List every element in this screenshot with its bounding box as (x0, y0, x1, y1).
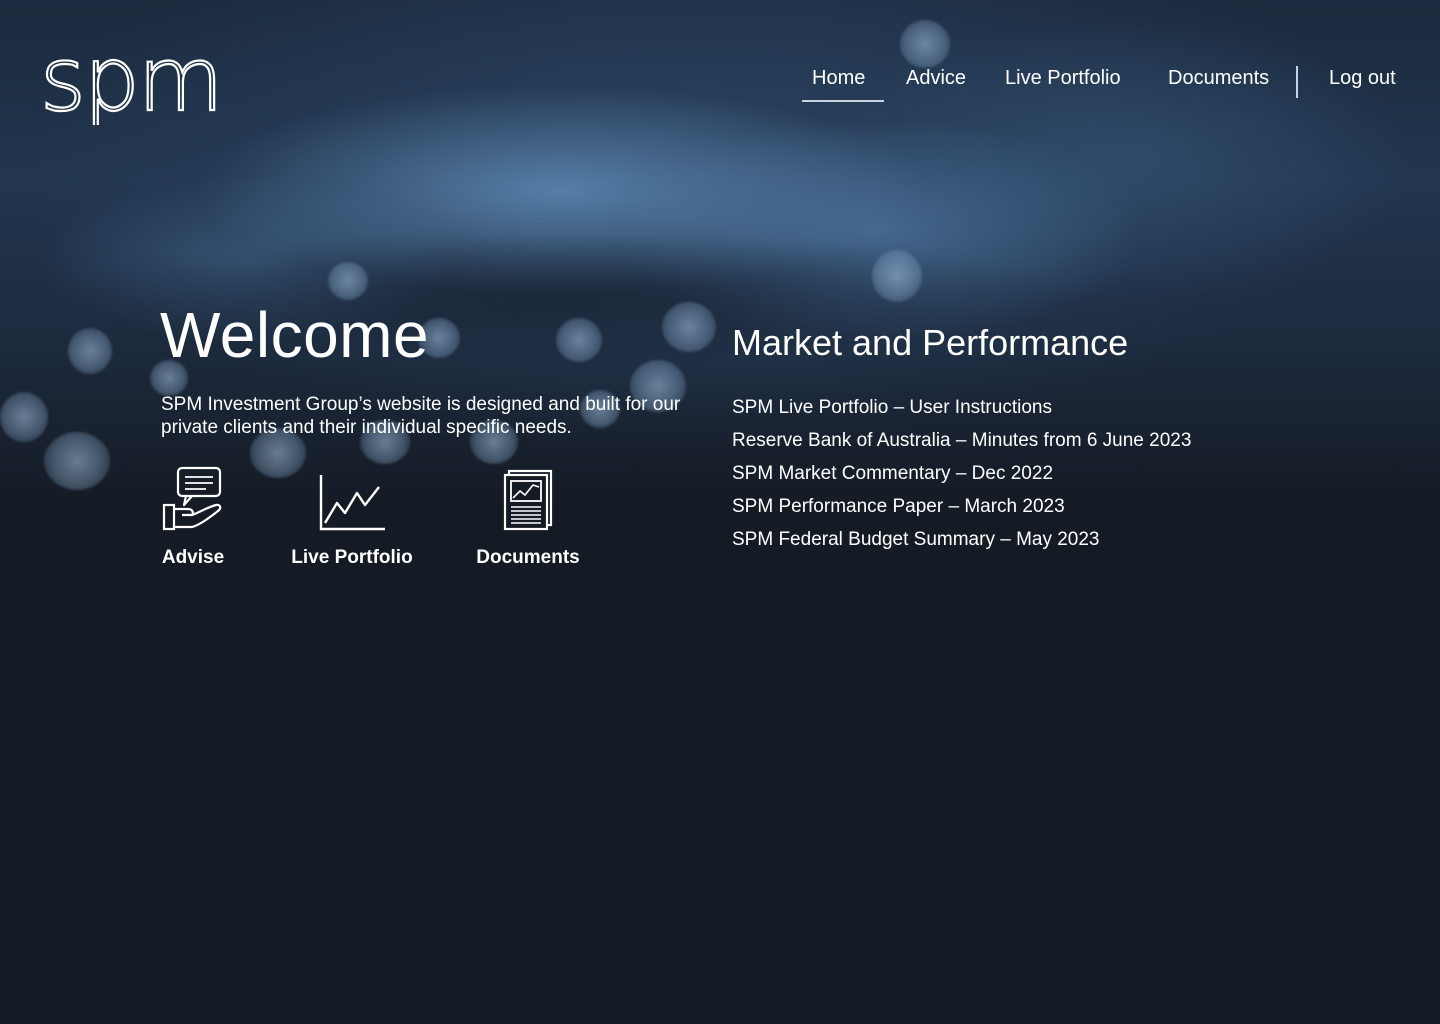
market-link-list: SPM Live Portfolio – User Instructions R… (732, 391, 1191, 556)
nav-logout[interactable]: Log out (1329, 67, 1396, 90)
nav-active-underline (802, 100, 884, 102)
welcome-title: Welcome (160, 299, 430, 371)
document-stack-icon (503, 469, 553, 531)
welcome-text: SPM Investment Group’s website is design… (161, 394, 681, 438)
market-link-item[interactable]: SPM Performance Paper – March 2023 (732, 490, 1191, 523)
bokeh-light (900, 20, 950, 68)
bokeh-light (44, 432, 110, 490)
bokeh-light (872, 250, 922, 302)
market-link-item[interactable]: SPM Federal Budget Summary – May 2023 (732, 523, 1191, 556)
bokeh-light (328, 262, 368, 300)
bokeh-light (556, 318, 602, 362)
quick-link-label: Advise (161, 547, 225, 568)
spm-logo[interactable]: spm (40, 30, 240, 125)
nav-divider (1296, 66, 1298, 98)
nav-advice[interactable]: Advice (906, 67, 966, 90)
quick-link-label: Live Portfolio (291, 547, 413, 568)
market-link-item[interactable]: SPM Market Commentary – Dec 2022 (732, 457, 1191, 490)
nav-home[interactable]: Home (812, 67, 865, 90)
market-title: Market and Performance (732, 322, 1129, 363)
logo-text: spm (40, 30, 221, 125)
hand-chat-icon (162, 466, 222, 531)
page: spm Home Advice Live Portfolio Documents… (0, 0, 1440, 1024)
bokeh-light (662, 302, 716, 352)
quick-link-live-portfolio[interactable]: Live Portfolio (287, 465, 417, 569)
nav-documents[interactable]: Documents (1168, 67, 1269, 90)
bokeh-light (0, 392, 48, 442)
market-link-item[interactable]: Reserve Bank of Australia – Minutes from… (732, 424, 1191, 457)
quick-link-documents[interactable]: Documents (472, 465, 584, 569)
market-link-item[interactable]: SPM Live Portfolio – User Instructions (732, 391, 1191, 424)
line-chart-icon (319, 475, 385, 531)
bokeh-light (68, 328, 112, 374)
nav-live-portfolio[interactable]: Live Portfolio (1005, 67, 1121, 90)
quick-link-advise[interactable]: Advise (158, 465, 228, 569)
quick-link-label: Documents (476, 547, 580, 568)
main-nav: Home Advice Live Portfolio Documents Log… (780, 62, 1440, 102)
